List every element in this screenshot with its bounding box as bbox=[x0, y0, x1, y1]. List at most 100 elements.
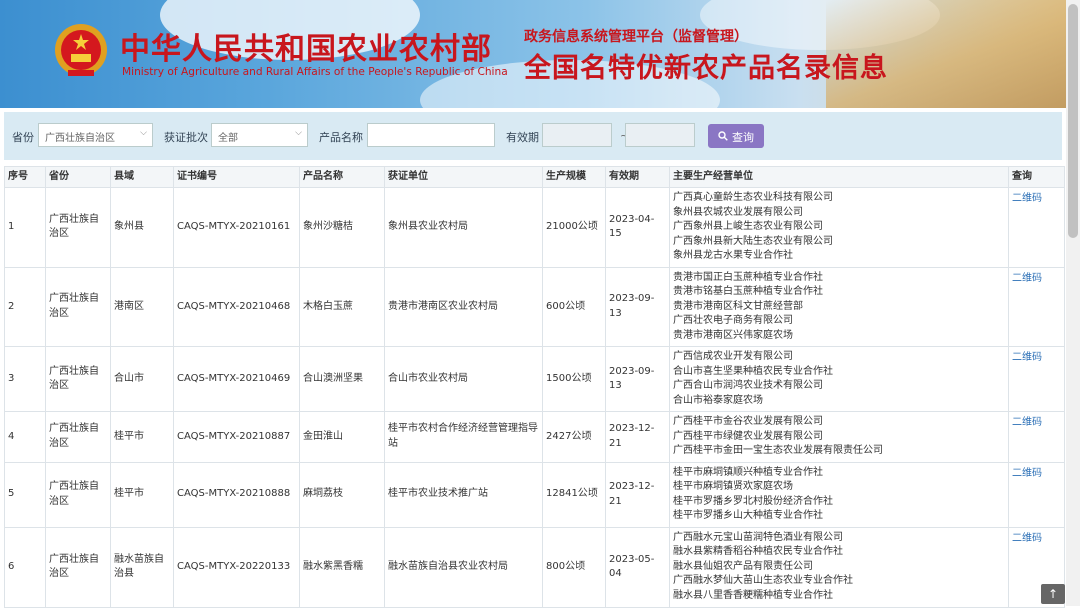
county-cell: 象州县 bbox=[110, 187, 174, 268]
column-header: 有效期 bbox=[605, 166, 670, 188]
validity-date-cell: 2023-12-21 bbox=[605, 411, 670, 463]
row-number: 3 bbox=[4, 346, 46, 412]
cert-number-cell: CAQS-MTYX-20210469 bbox=[173, 346, 300, 412]
province-cell: 广西壮族自治区 bbox=[45, 266, 111, 347]
producer-name: 象州县龙古水果专业合作社 bbox=[673, 250, 793, 261]
certified-unit-cell: 桂平市农业技术推广站 bbox=[384, 461, 543, 528]
producer-name: 桂平市罗播乡罗北村股份经济合作社 bbox=[673, 495, 833, 507]
province-cell: 广西壮族自治区 bbox=[45, 461, 111, 528]
province-cell: 广西壮族自治区 bbox=[45, 411, 111, 463]
table-row: 6 广西壮族自治区 融水苗族自治县 CAQS-MTYX-20220133 融水紫黑香糯融… bbox=[4, 526, 1065, 608]
production-scale-cell: 600公顷 bbox=[542, 266, 606, 347]
producer-name: 广西象州县上峻生态农业有限公司 bbox=[673, 221, 823, 232]
column-header: 证书编号 bbox=[173, 166, 300, 188]
producers-cell: 广西真心童龄生态农业科技有限公司 象州县农城农业发展有限公司 广西象州县上峻生态农业… bbox=[669, 187, 1009, 268]
producer-name: 广西信成农业开发有限公司 bbox=[673, 351, 793, 362]
county-cell: 桂平市 bbox=[110, 411, 174, 463]
validity-date-cell: 2023-09-13 bbox=[605, 266, 670, 347]
producers-cell: 广西融水元宝山苗润特色酒业有限公司 融水县紫精香稻谷种植农民专业合作社 融水县仙姐农… bbox=[669, 526, 1009, 608]
cert-number-cell: CAQS-MTYX-20220133 bbox=[173, 526, 300, 608]
product-name-cell: 麻垌荔枝 bbox=[299, 461, 385, 528]
cert-number-cell: CAQS-MTYX-20210888 bbox=[173, 461, 300, 528]
chevron-down-icon: ⌵ bbox=[295, 128, 302, 138]
production-scale-cell: 1500公顷 bbox=[542, 346, 606, 412]
column-header: 生产规模 bbox=[542, 166, 606, 188]
producer-name: 广西壮农电子商务有限公司 bbox=[673, 315, 793, 326]
producers-cell: 广西桂平市金谷农业发展有限公司 广西桂平市绿健农业发展有限公司广西桂平市金田一宝生… bbox=[669, 411, 1009, 463]
table-row: 4 广西壮族自治区 桂平市 CAQS-MTYX-20210887 金田淮山 桂平市农村合作… bbox=[4, 411, 1065, 463]
qrcode-link[interactable]: 二维码 bbox=[1008, 187, 1065, 268]
column-header: 主要生产经营单位 bbox=[669, 166, 1009, 188]
production-scale-cell: 2427公顷 bbox=[542, 411, 606, 463]
province-select[interactable]: 广西壮族自治区 ⌵ bbox=[38, 123, 153, 147]
row-number: 1 bbox=[4, 187, 46, 268]
producer-name: 贵港市港南区兴伟家庭农场 bbox=[673, 329, 793, 341]
filter-bar: 省份 广西壮族自治区 ⌵ 获证批次 全部 ⌵ 产品名称 有效期 ~ 查询 bbox=[4, 112, 1062, 160]
producers-cell: 贵港市国正白玉蔗种植专业合作社 贵港市铭基白玉蔗种植专业合作社 贵港市港南区科文甘蔗… bbox=[669, 266, 1009, 347]
producer-name: 桂平市罗播乡山大种植专业合作社 bbox=[673, 510, 823, 521]
column-header: 产品名称 bbox=[299, 166, 385, 188]
province-select-value: 广西壮族自治区 bbox=[45, 133, 115, 144]
table-header-row: 序号 省份 县域 证书编号 产品名称 获证单位 生产规模 有效期 主要生产经营单… bbox=[4, 166, 1065, 188]
qrcode-link[interactable]: 二维码 bbox=[1008, 411, 1065, 463]
producer-name: 桂平市麻垌镇贤欢家庭农场 bbox=[673, 481, 793, 492]
ministry-name-cn: 中华人民共和国农业农村部 bbox=[120, 32, 492, 67]
vertical-scrollbar[interactable] bbox=[1066, 0, 1080, 606]
table-row: 2 广西壮族自治区 港南区 CAQS-MTYX-20210468 木格白玉蔗 贵港市港南区… bbox=[4, 266, 1065, 347]
province-label: 省份 bbox=[12, 131, 34, 144]
certified-unit-cell: 桂平市农村合作经济经营管理指导站 bbox=[384, 411, 543, 463]
batch-select-value: 全部 bbox=[218, 133, 238, 144]
search-icon bbox=[718, 131, 728, 144]
system-title: 全国名特优新农产品名录信息 bbox=[524, 53, 888, 84]
batch-select[interactable]: 全部 ⌵ bbox=[211, 123, 308, 147]
chevron-down-icon: ⌵ bbox=[140, 128, 147, 138]
row-number: 5 bbox=[4, 461, 46, 528]
validity-end-input[interactable] bbox=[625, 123, 695, 147]
query-button-label: 查询 bbox=[732, 131, 754, 144]
province-cell: 广西壮族自治区 bbox=[45, 346, 111, 412]
query-button[interactable]: 查询 bbox=[708, 124, 764, 148]
producer-name: 广西桂平市金谷农业发展有限公司 bbox=[673, 416, 823, 427]
national-emblem-icon bbox=[55, 24, 107, 76]
qrcode-link[interactable]: 二维码 bbox=[1008, 461, 1065, 528]
producer-name: 广西融水梦仙大苗山生态农业专业合作社 bbox=[673, 575, 853, 587]
cert-number-cell: CAQS-MTYX-20210887 bbox=[173, 411, 300, 463]
cert-number-cell: CAQS-MTYX-20210468 bbox=[173, 266, 300, 347]
certified-unit-cell: 贵港市港南区农业农村局 bbox=[384, 266, 543, 347]
producer-name: 广西桂平市绿健农业发展有限公司 bbox=[673, 430, 823, 442]
table-row: 5 广西壮族自治区 桂平市 CAQS-MTYX-20210888 麻垌荔枝 桂平市农业技术… bbox=[4, 461, 1065, 528]
county-cell: 融水苗族自治县 bbox=[110, 526, 174, 608]
product-name-cell: 金田淮山 bbox=[299, 411, 385, 463]
qrcode-link[interactable]: 二维码 bbox=[1008, 346, 1065, 412]
certified-unit-cell: 合山市农业农村局 bbox=[384, 346, 543, 412]
column-header: 查询 bbox=[1008, 166, 1065, 188]
producers-cell: 桂平市麻垌镇顺兴种植专业合作社 桂平市麻垌镇贤欢家庭农场桂平市罗播乡罗北村股份经济… bbox=[669, 461, 1009, 528]
scrollbar-thumb[interactable] bbox=[1068, 4, 1078, 238]
producer-name: 桂平市麻垌镇顺兴种植专业合作社 bbox=[673, 466, 823, 478]
product-name-cell: 木格白玉蔗 bbox=[299, 266, 385, 347]
producer-name: 融水县八里香香粳糯种植专业合作社 bbox=[673, 589, 833, 601]
producers-cell: 广西信成农业开发有限公司 合山市喜生坚果种植农民专业合作社 广西合山市润鸿农业技术有… bbox=[669, 346, 1009, 412]
row-number: 2 bbox=[4, 266, 46, 347]
validity-start-input[interactable] bbox=[542, 123, 612, 147]
product-name-label: 产品名称 bbox=[319, 131, 363, 144]
batch-label: 获证批次 bbox=[164, 131, 208, 144]
producer-name: 贵港市国正白玉蔗种植专业合作社 bbox=[673, 271, 823, 283]
back-to-top-button[interactable]: ↑ bbox=[1041, 584, 1065, 604]
column-header: 县域 bbox=[110, 166, 174, 188]
validity-date-cell: 2023-05-04 bbox=[605, 526, 670, 608]
producer-name: 合山市裕泰家庭农场 bbox=[673, 394, 763, 406]
qrcode-link[interactable]: 二维码 bbox=[1008, 266, 1065, 347]
producer-name: 贵港市港南区科文甘蔗经营部 bbox=[673, 300, 803, 312]
certified-unit-cell: 象州县农业农村局 bbox=[384, 187, 543, 268]
arrow-up-icon: ↑ bbox=[1047, 587, 1059, 601]
validity-date-cell: 2023-09-13 bbox=[605, 346, 670, 412]
row-number: 6 bbox=[4, 526, 46, 608]
county-cell: 桂平市 bbox=[110, 461, 174, 528]
validity-label: 有效期 bbox=[506, 131, 539, 144]
table-row: 3 广西壮族自治区 合山市 CAQS-MTYX-20210469 合山澳洲坚果 合山市农业… bbox=[4, 346, 1065, 412]
producer-name: 贵港市铭基白玉蔗种植专业合作社 bbox=[673, 286, 823, 297]
producer-name: 广西桂平市金田一宝生态农业发展有限责任公司 bbox=[673, 445, 883, 456]
product-name-cell: 象州沙糖桔 bbox=[299, 187, 385, 268]
product-name-input[interactable] bbox=[367, 123, 495, 147]
